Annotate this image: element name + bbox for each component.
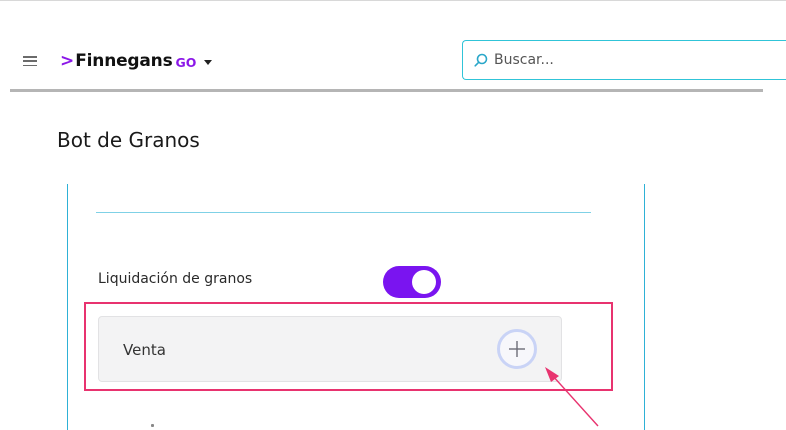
panel-right-border [644, 184, 645, 430]
venta-section[interactable]: Venta [98, 316, 562, 382]
toggle-label: Liquidación de granos [98, 271, 253, 287]
panel-divider [96, 212, 591, 213]
logo-chevron: > [60, 51, 75, 71]
panel-left-border [67, 184, 68, 430]
toggle-knob [412, 270, 436, 294]
caret-down-icon[interactable] [204, 60, 213, 65]
search-icon [474, 53, 488, 67]
app-header: > Finnegans GO [0, 0, 786, 92]
liquidacion-toggle[interactable] [383, 266, 441, 298]
logo-suffix: GO [175, 54, 197, 70]
plus-icon [509, 341, 525, 357]
search-input[interactable] [488, 51, 776, 69]
header-divider [10, 89, 763, 92]
page-title: Bot de Granos [57, 128, 200, 152]
app-logo[interactable]: > Finnegans GO [60, 48, 213, 74]
logo-brand: Finnegans [75, 51, 173, 71]
add-venta-button[interactable] [497, 329, 537, 369]
venta-label: Venta [123, 341, 166, 359]
search-box[interactable] [462, 40, 786, 80]
hamburger-icon[interactable] [23, 56, 37, 66]
bottom-fragment [151, 424, 154, 427]
